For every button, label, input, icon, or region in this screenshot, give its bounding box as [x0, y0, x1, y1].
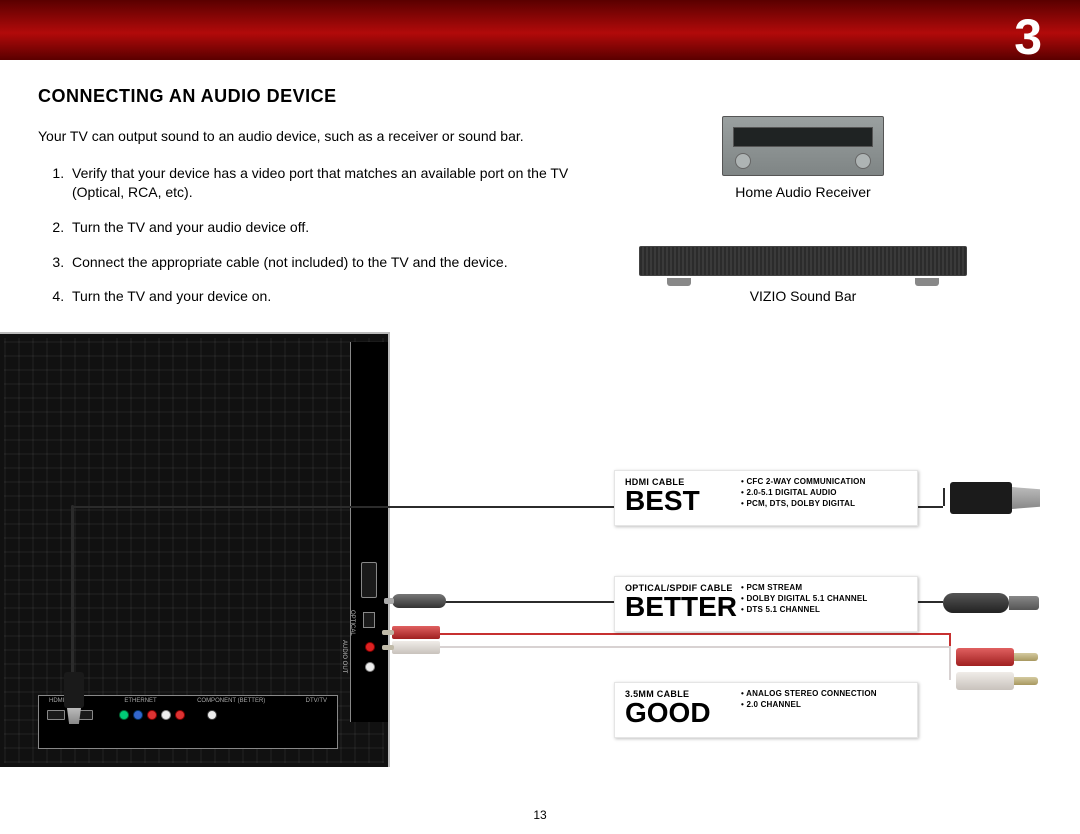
- receiver-icon: [722, 116, 884, 176]
- optical-jack-icon: [392, 594, 446, 608]
- optical-port-icon: [363, 612, 375, 628]
- bp-hdr-dtv: DTV/TV: [306, 698, 327, 704]
- soundbar-icon: [639, 246, 967, 276]
- bp-audio-r-icon: [175, 710, 185, 720]
- receiver-label: Home Audio Receiver: [638, 184, 968, 200]
- quality-badges: HDMI CABLE BEST CFC 2-WAY COMMUNICATION …: [614, 470, 918, 738]
- badge-best-features: CFC 2-WAY COMMUNICATION 2.0-5.1 DIGITAL …: [741, 477, 866, 509]
- badge-better: OPTICAL/SPDIF CABLE BETTER PCM STREAM DO…: [614, 576, 918, 632]
- step-4: Turn the TV and your device on.: [68, 287, 618, 306]
- step-2: Turn the TV and your audio device off.: [68, 218, 618, 237]
- tv-side-port-panel: OPTICAL AUDIO OUT: [350, 342, 388, 722]
- back-of-tv-label: BACK OF TV: [38, 796, 141, 814]
- optical-connector-right-icon: [943, 591, 1043, 615]
- section-title: CONNECTING AN AUDIO DEVICE: [38, 86, 1042, 107]
- rca-connector-white-right-icon: [956, 672, 1046, 690]
- bp-component-pr-icon: [147, 710, 157, 720]
- header-band: [0, 0, 1080, 60]
- step-3: Connect the appropriate cable (not inclu…: [68, 253, 618, 272]
- bp-audio-l-icon: [161, 710, 171, 720]
- hdmi-plug-left-icon: [60, 672, 88, 724]
- optical-port-label: OPTICAL: [349, 610, 355, 636]
- page-number-bottom: 13: [533, 808, 546, 822]
- page-number-top: 3: [1014, 8, 1042, 66]
- badge-best: HDMI CABLE BEST CFC 2-WAY COMMUNICATION …: [614, 470, 918, 526]
- bp-component-y-icon: [119, 710, 129, 720]
- hdmi-cable-segment-left: [71, 505, 74, 675]
- rca-white-wire-bend: [949, 646, 951, 680]
- rca-red-port-icon: [365, 642, 375, 652]
- rca-connector-red-right-icon: [956, 648, 1046, 666]
- badge-good: 3.5MM CABLE GOOD ANALOG STEREO CONNECTIO…: [614, 682, 918, 738]
- intro-text: Your TV can output sound to an audio dev…: [38, 127, 598, 146]
- optical-jack-left: [392, 594, 452, 610]
- rca-white-port-icon: [365, 662, 375, 672]
- hdmi-connector-right-icon: [950, 478, 1046, 518]
- steps-list: Verify that your device has a video port…: [38, 164, 618, 306]
- badge-good-features: ANALOG STEREO CONNECTION 2.0 CHANNEL: [741, 689, 877, 711]
- rca-jack-white-icon: [392, 641, 440, 654]
- bp-coax-icon: [207, 710, 217, 720]
- soundbar-label: VIZIO Sound Bar: [638, 288, 968, 304]
- bp-hdr-comp: COMPONENT (BETTER): [197, 698, 265, 704]
- bp-hdr-eth: ETHERNET: [124, 698, 156, 704]
- rca-jack-left: [392, 626, 440, 656]
- tv-back-panel: OPTICAL AUDIO OUT HDMI (SIDE) ETHERNET C…: [0, 332, 390, 767]
- bp-component-pb-icon: [133, 710, 143, 720]
- rca-jack-red-icon: [392, 626, 440, 639]
- badge-better-features: PCM STREAM DOLBY DIGITAL 5.1 CHANNEL DTS…: [741, 583, 867, 615]
- step-1: Verify that your device has a video port…: [68, 164, 618, 202]
- hdmi-port-icon: [361, 562, 377, 598]
- hdmi-wire-bend: [943, 488, 945, 506]
- device-illustrations: Home Audio Receiver VIZIO Sound Bar: [638, 116, 968, 304]
- audio-out-label: AUDIO OUT: [341, 640, 347, 673]
